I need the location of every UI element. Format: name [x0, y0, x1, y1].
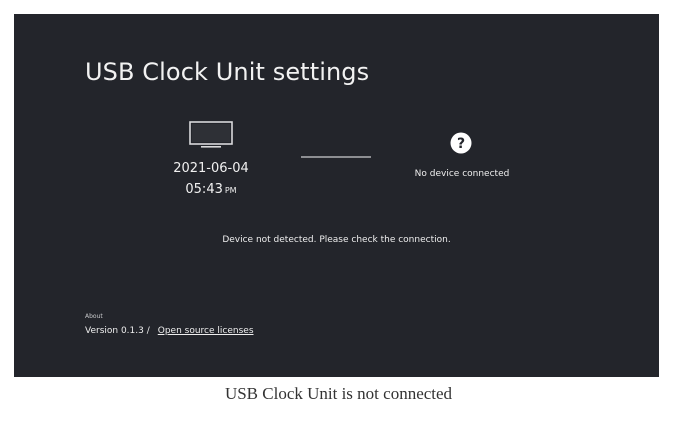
svg-text:?: ?	[457, 136, 465, 152]
clock-time: 05:43	[185, 182, 223, 197]
usb-status-text: No device connected	[414, 169, 510, 179]
settings-screen: USB Clock Unit settings 2021-06-04 05:43…	[14, 14, 659, 377]
help-question-icon: ?	[450, 132, 472, 154]
clock-date: 2021-06-04	[173, 161, 249, 176]
version-text: Version 0.1.3 /	[85, 326, 150, 336]
clock-ampm: PM	[224, 186, 237, 195]
page-title: USB Clock Unit settings	[85, 58, 370, 86]
version-row: Version 0.1.3 / Open source licenses	[85, 326, 254, 336]
figure-caption: USB Clock Unit is not connected	[224, 384, 453, 403]
about-label: About	[85, 313, 103, 320]
clock-datetime: 2021-06-04 05:43 PM	[164, 160, 258, 200]
clock-time-row: 05:43 PM	[164, 181, 258, 200]
connection-line	[301, 156, 371, 158]
connection-message: Device not detected. Please check the co…	[222, 235, 451, 245]
tv-monitor-icon	[189, 121, 233, 149]
open-source-licenses-link[interactable]: Open source licenses	[158, 326, 254, 336]
